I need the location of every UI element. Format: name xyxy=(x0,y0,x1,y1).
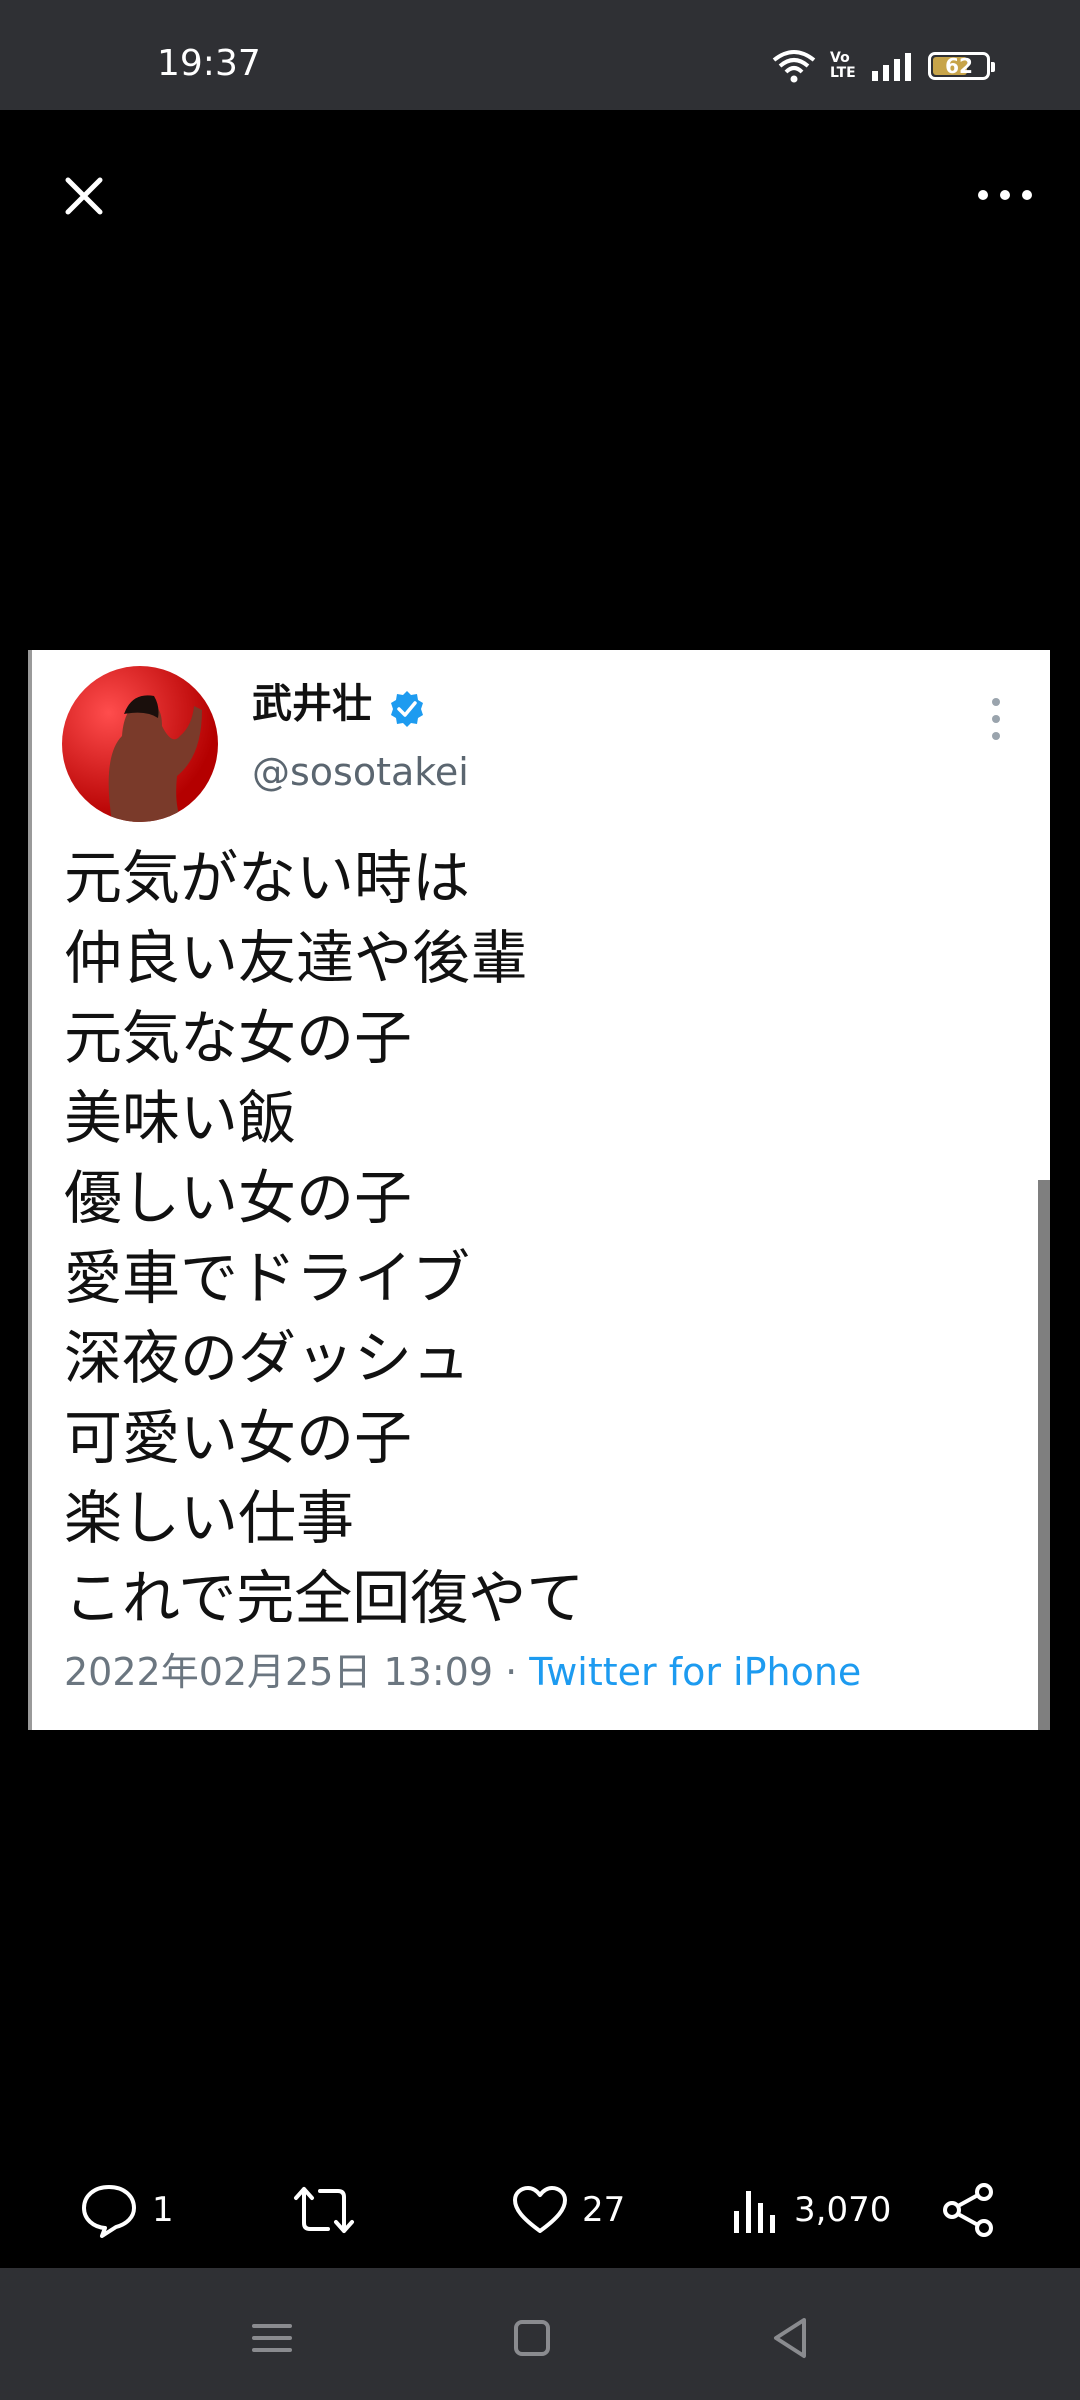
views-button[interactable]: 3,070 xyxy=(732,2180,891,2240)
status-bar: 19:37 Vo LTE 62 xyxy=(0,0,1080,110)
status-icons: Vo LTE 62 xyxy=(772,46,995,86)
reply-icon xyxy=(82,2185,136,2238)
tweet-line: 深夜のダッシュ xyxy=(64,1324,471,1392)
battery-level: 62 xyxy=(945,54,973,78)
nav-back-icon xyxy=(774,2318,806,2358)
like-button[interactable]: 27 xyxy=(512,2180,625,2240)
volte-label: Vo LTE xyxy=(830,50,856,81)
tweet-handle: @sosotakei xyxy=(252,750,469,794)
like-count: 27 xyxy=(582,2190,626,2230)
battery-icon: 62 xyxy=(928,52,995,80)
nav-menu-icon xyxy=(252,2324,292,2352)
tweet-meta: 2022年02月25日 13:09 · Twitter for iPhone xyxy=(64,1650,861,1694)
tweet-display-name: 武井壮 xyxy=(252,681,372,727)
media-image[interactable]: 武井壮 @sosotakei 元気がない時は 仲良い友達や後輩 元気な女の子 美… xyxy=(28,650,1050,1730)
share-button[interactable] xyxy=(940,2180,996,2240)
view-count: 3,070 xyxy=(794,2190,892,2230)
tweet-text: 元気がない時は 仲良い友達や後輩 元気な女の子 美味い飯 優しい女の子 愛車でド… xyxy=(64,838,584,1638)
retweet-icon xyxy=(294,2187,354,2233)
tweet-source: Twitter for iPhone xyxy=(529,1650,862,1694)
tweet-line: 仲良い友達や後輩 xyxy=(64,924,529,992)
nav-menu-button[interactable] xyxy=(242,2308,302,2368)
scrollbar xyxy=(1038,1180,1050,1730)
close-button[interactable] xyxy=(56,168,112,224)
like-icon xyxy=(513,2186,567,2233)
close-icon xyxy=(65,177,103,215)
reply-button[interactable]: 1 xyxy=(80,2180,174,2240)
system-nav-bar xyxy=(0,2268,1080,2400)
tweet-line: 元気がない時は xyxy=(64,844,471,912)
nav-back-button[interactable] xyxy=(760,2308,820,2368)
tweet-line: 元気な女の子 xyxy=(64,1004,413,1072)
status-time: 19:37 xyxy=(157,43,261,84)
tweet-line: 楽しい仕事 xyxy=(64,1484,355,1552)
tweet-line: 愛車でドライブ xyxy=(64,1244,471,1312)
tweet-line: これで完全回復やて xyxy=(64,1564,585,1632)
meta-separator: · xyxy=(493,1650,530,1694)
retweet-button[interactable] xyxy=(292,2180,356,2240)
more-options-button[interactable] xyxy=(970,170,1040,220)
more-icon xyxy=(978,190,1032,200)
tweet-line: 優しい女の子 xyxy=(64,1164,413,1232)
tweet-more-icon xyxy=(992,698,1000,740)
tweet-timestamp: 2022年02月25日 13:09 xyxy=(64,1650,494,1694)
tweet-line: 美味い飯 xyxy=(64,1084,297,1152)
reply-count: 1 xyxy=(152,2190,174,2230)
nav-home-icon xyxy=(514,2320,550,2356)
media-edge xyxy=(28,650,32,1730)
nav-home-button[interactable] xyxy=(502,2308,562,2368)
action-bar: 1 27 3,070 xyxy=(0,2140,1080,2260)
verified-icon xyxy=(391,691,423,727)
media-viewer-header xyxy=(0,110,1080,280)
wifi-icon xyxy=(772,50,816,83)
views-icon xyxy=(734,2191,775,2233)
signal-icon xyxy=(872,53,911,81)
share-icon xyxy=(943,2183,993,2237)
tweet-line: 可愛い女の子 xyxy=(64,1404,413,1472)
avatar xyxy=(62,666,218,822)
